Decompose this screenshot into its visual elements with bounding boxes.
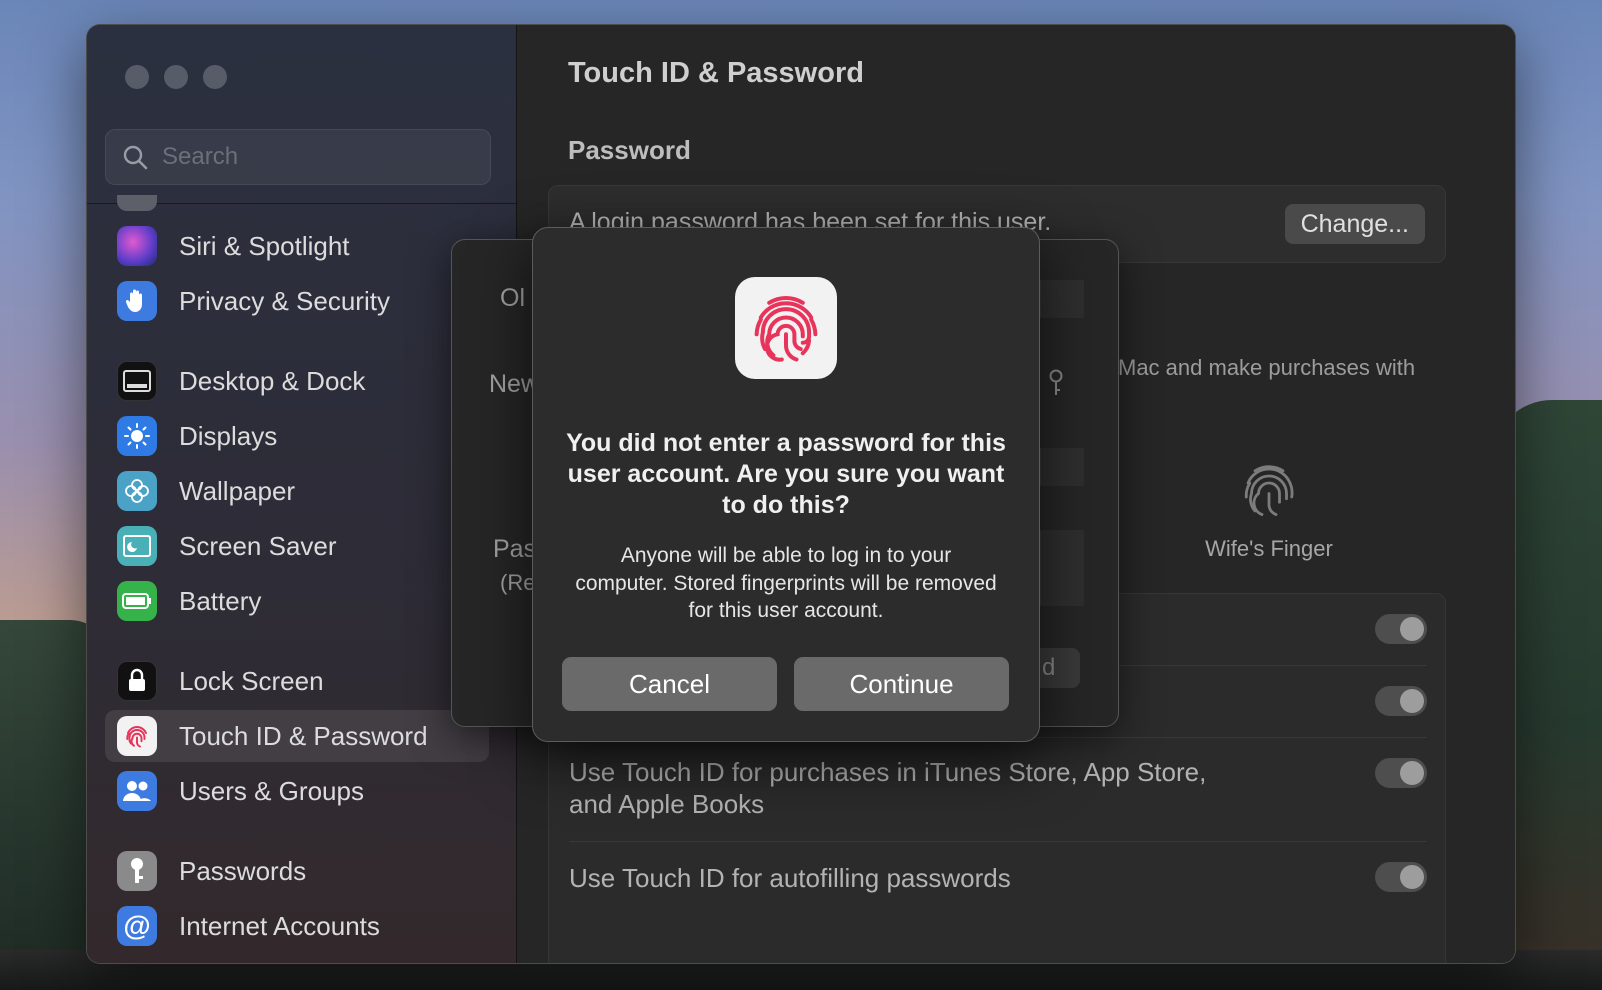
sidebar-item-label: Displays xyxy=(179,420,278,451)
window-controls xyxy=(125,65,227,89)
sidebar-item-label: Passwords xyxy=(179,855,307,886)
toggle-row-label: Use Touch ID for purchases in iTunes Sto… xyxy=(569,757,1207,819)
sidebar-item-label: Siri & Spotlight xyxy=(179,230,350,261)
search-input[interactable] xyxy=(162,143,462,171)
sidebar-item-label: Wallpaper xyxy=(179,475,296,506)
at-icon: @ xyxy=(117,906,157,946)
sun-icon xyxy=(117,416,157,456)
password-hint-sublabel: (Re xyxy=(500,570,536,595)
toggle-row: Use Touch ID for autofilling passwords xyxy=(569,842,1427,916)
button-label-fragment: d xyxy=(1042,654,1056,681)
sidebar-item-label: Privacy & Security xyxy=(179,285,390,316)
search-field[interactable] xyxy=(105,129,491,185)
key-icon xyxy=(117,851,157,891)
sidebar-item-privacy-security[interactable]: Privacy & Security xyxy=(105,275,489,327)
key-icon[interactable] xyxy=(1047,368,1065,398)
sidebar-item-label: Users & Groups xyxy=(179,775,364,806)
toggle-row-label: Use Touch ID for autofilling passwords xyxy=(569,863,1011,893)
minimize-button[interactable] xyxy=(164,65,188,89)
change-password-confirm-button[interactable]: d xyxy=(1040,648,1080,688)
change-password-button[interactable]: Change... xyxy=(1284,204,1425,244)
fingerprint-slot[interactable]: Wife's Finger xyxy=(1194,455,1344,562)
zoom-button[interactable] xyxy=(203,65,227,89)
sidebar-item-touch-id-password[interactable]: Touch ID & Password xyxy=(105,710,489,762)
toggle-row: Use Touch ID for purchases in iTunes Sto… xyxy=(569,738,1427,842)
alert-title: You did not enter a password for this us… xyxy=(566,429,1006,519)
old-password-field[interactable] xyxy=(1040,280,1084,318)
search-icon xyxy=(123,145,148,170)
sidebar-item-label: Desktop & Dock xyxy=(179,365,366,396)
sidebar-item-desktop-dock[interactable]: Desktop & Dock xyxy=(105,355,489,407)
hand-icon xyxy=(117,281,157,321)
toggle-switch[interactable] xyxy=(1375,758,1427,788)
cancel-button[interactable]: Cancel xyxy=(562,657,777,711)
sidebar-item-siri-spotlight[interactable]: Siri & Spotlight xyxy=(105,220,489,272)
close-button[interactable] xyxy=(125,65,149,89)
confirmation-alert: You did not enter a password for this us… xyxy=(532,227,1040,742)
sidebar-item-label: Internet Accounts xyxy=(179,910,380,941)
alert-message: Anyone will be able to log in to your co… xyxy=(575,544,997,622)
sidebar-item-internet-accounts[interactable]: @ Internet Accounts xyxy=(105,900,489,952)
lock-icon xyxy=(117,661,157,701)
sidebar-item-passwords[interactable]: Passwords xyxy=(105,845,489,897)
fingerprint-icon xyxy=(735,277,837,379)
flower-icon xyxy=(117,471,157,511)
sidebar-item-screen-saver[interactable]: Screen Saver xyxy=(105,520,489,572)
password-hint-field[interactable] xyxy=(1040,530,1084,606)
password-hint-label: Pas xyxy=(493,535,537,563)
sidebar-item-users-groups[interactable]: Users & Groups xyxy=(105,765,489,817)
page-title: Touch ID & Password xyxy=(568,57,864,89)
verify-password-field[interactable] xyxy=(1040,448,1084,486)
siri-icon xyxy=(117,226,157,266)
toggle-switch[interactable] xyxy=(1375,862,1427,892)
sidebar-item-label: Screen Saver xyxy=(179,530,337,561)
password-section-title: Password xyxy=(568,135,691,165)
old-password-label: Ol xyxy=(500,284,525,312)
sidebar-item-battery[interactable]: Battery xyxy=(105,575,489,627)
toggle-switch[interactable] xyxy=(1375,686,1427,716)
sidebar-item-label: Touch ID & Password xyxy=(179,720,428,751)
toggle-switch[interactable] xyxy=(1375,614,1427,644)
sidebar-item-displays[interactable]: Displays xyxy=(105,410,489,462)
battery-icon xyxy=(117,581,157,621)
continue-button[interactable]: Continue xyxy=(794,657,1009,711)
sidebar-item-label: Lock Screen xyxy=(179,665,324,696)
sidebar-item-wallpaper[interactable]: Wallpaper xyxy=(105,465,489,517)
dock-icon xyxy=(117,361,157,401)
fingerprint-icon xyxy=(1244,465,1294,516)
sidebar-item-label: Battery xyxy=(179,585,262,616)
fingerprint-label: Wife's Finger xyxy=(1205,536,1333,561)
screensaver-icon xyxy=(117,526,157,566)
sidebar-item-lock-screen[interactable]: Lock Screen xyxy=(105,655,489,707)
touch-id-description: Mac and make purchases with xyxy=(1118,355,1416,380)
fingerprint-icon xyxy=(117,716,157,756)
users-icon xyxy=(117,771,157,811)
scrolled-item-icon xyxy=(117,195,157,211)
